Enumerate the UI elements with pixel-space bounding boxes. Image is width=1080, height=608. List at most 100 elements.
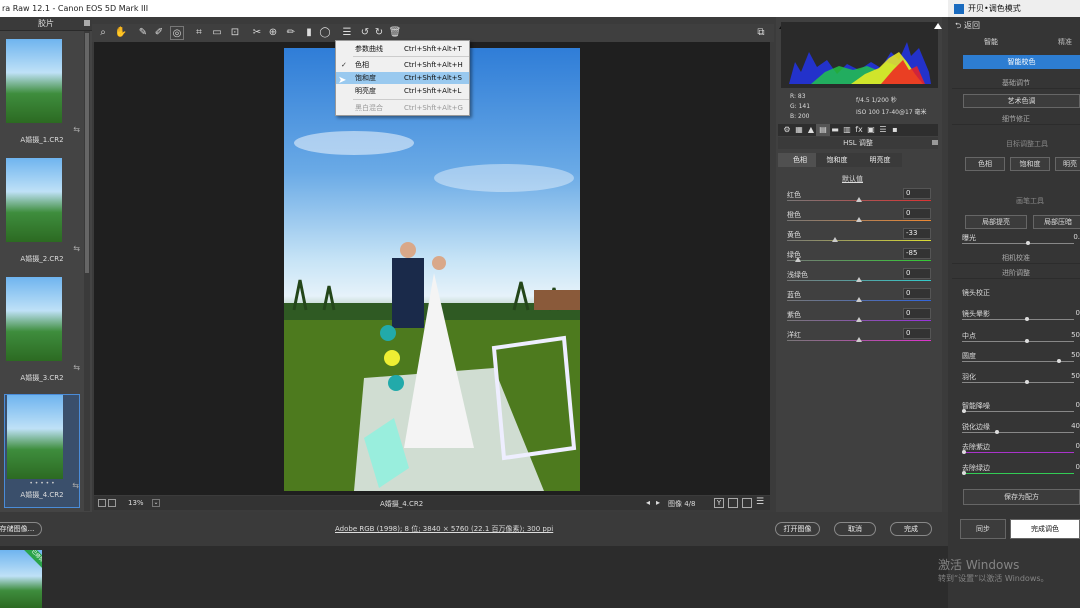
adjustment-slider-row[interactable]: 圆度 50 [962,351,1080,371]
section-camera[interactable]: 相机校准 [952,252,1080,264]
slider-handle[interactable] [1024,317,1029,321]
hsl-value-input[interactable]: 0 [903,328,931,339]
adjustment-slider-row[interactable]: 智能降噪 0 [962,401,1080,421]
hsl-value-input[interactable]: 0 [903,208,931,219]
hsl-value-input[interactable]: -85 [903,248,931,259]
menu-item-hue[interactable]: ✓ 色相 Ctrl+Shft+Alt+H [336,59,469,71]
hsl-slider-track[interactable] [787,260,931,261]
slider-track[interactable] [962,432,1074,433]
color-sampler-icon[interactable]: ✐ [152,26,166,40]
menu-item-parametric-curve[interactable]: 参数曲线 Ctrl+Shft+Alt+T [336,43,469,55]
zoom-tool-icon[interactable]: ⌕ [96,26,110,40]
rotate-right-icon[interactable]: ↻ [372,26,386,40]
hsl-value-input[interactable]: 0 [903,188,931,199]
transform-tool-icon[interactable]: ⊡ [228,26,242,40]
slider-handle[interactable] [1024,380,1029,384]
target-saturation-button[interactable]: 饱和度 [1010,157,1050,171]
next-image-icon[interactable]: ▸ [656,498,660,507]
tab-luminance[interactable]: 明亮度 [858,153,902,167]
hsl-slider-row[interactable]: 紫色 0 [787,308,931,330]
hsl-slider-row[interactable]: 洋红 0 [787,328,931,350]
highlight-clipping-icon[interactable] [934,23,942,29]
snapshots-tab-icon[interactable]: ▪ [888,124,902,136]
hsl-slider-handle[interactable] [856,217,862,222]
smart-color-button[interactable]: 智能校色 [963,55,1080,69]
slider-track[interactable] [962,411,1074,412]
menu-item-saturation[interactable]: 饱和度 Ctrl+Shft+Alt+S [336,72,469,84]
delete-icon[interactable]: 🗑 [388,26,402,40]
hsl-slider-handle[interactable] [856,197,862,202]
hsl-slider-track[interactable] [787,240,931,241]
hsl-slider-row[interactable]: 黄色 -33 [787,228,931,250]
straighten-tool-icon[interactable]: ▭ [210,26,224,40]
hsl-slider-handle[interactable] [856,317,862,322]
filmstrip-item[interactable]: A婚摄_2.CR2 ⇆ [4,158,80,264]
before-after-icon[interactable]: Y [714,498,724,508]
filmstrip-item-selected[interactable]: • • • • • A婚摄_4.CR2 ⇆ [4,394,80,508]
filmstrip-item[interactable]: A婚摄_3.CR2 ⇆ [4,277,80,383]
hsl-slider-handle[interactable] [856,277,862,282]
panel-menu-icon[interactable] [932,140,938,145]
exposure-slider[interactable]: 曝光 0. [962,233,1080,253]
zoom-dropdown-icon[interactable]: ⌄ [152,499,160,507]
save-image-button[interactable]: 存储图像... [0,522,42,536]
swap-settings-icon[interactable] [728,498,738,508]
open-image-button[interactable]: 打开图像 [775,522,820,536]
target-hue-button[interactable]: 色相 [965,157,1005,171]
filmstrip-scrollbar[interactable] [84,31,90,511]
slider-track[interactable] [962,319,1074,320]
slider-track[interactable] [962,473,1074,474]
finish-button[interactable]: 完成调色 [1010,519,1080,539]
hsl-value-input[interactable]: -33 [903,228,931,239]
hsl-slider-row[interactable]: 橙色 0 [787,208,931,230]
adjustment-slider-row[interactable]: 去除绿边 0 [962,463,1080,483]
slider-handle[interactable] [962,450,966,454]
crop-tool-icon[interactable]: ⌗ [192,26,206,40]
slider-handle[interactable] [962,471,966,475]
preferences-icon[interactable]: ☰ [340,26,354,40]
art-color-button[interactable]: 艺术色调 [963,94,1080,108]
filmstrip-item[interactable]: A婚摄_1.CR2 ⇆ [4,39,80,145]
hsl-value-input[interactable]: 0 [903,268,931,279]
slider-handle[interactable] [1057,359,1062,363]
brighten-brush-button[interactable]: 局部提亮 [965,215,1027,229]
hsl-value-input[interactable]: 0 [903,308,931,319]
save-preset-button[interactable]: 保存为配方 [963,489,1080,505]
hsl-slider-handle[interactable] [794,257,801,262]
menu-item-luminance[interactable]: 明亮度 Ctrl+Shft+Alt+L [336,85,469,97]
hsl-slider-handle[interactable] [832,237,839,242]
adjustment-slider-row[interactable]: 去除紫边 0 [962,442,1080,462]
hsl-slider-handle[interactable] [856,297,862,302]
fullscreen-icon[interactable]: ⧉ [754,26,768,40]
hsl-slider-row[interactable]: 浅绿色 0 [787,268,931,290]
hsl-slider-row[interactable]: 红色 0 [787,188,931,210]
hsl-slider-handle[interactable] [856,337,862,342]
hand-tool-icon[interactable]: ✋ [114,26,128,40]
filmstrip-menu-icon[interactable] [84,20,90,26]
tab-smart[interactable]: 智能 [984,37,998,47]
adjustment-slider-row[interactable]: 中点 50 [962,331,1080,351]
red-eye-icon[interactable]: ⊕ [266,26,280,40]
radial-filter-icon[interactable]: ◯ [318,26,332,40]
rotate-left-icon[interactable]: ↺ [358,26,372,40]
slider-track[interactable] [962,382,1074,383]
zoom-out-icon[interactable] [98,499,106,507]
cancel-button[interactable]: 取消 [834,522,876,536]
workflow-options-link[interactable]: Adobe RGB (1998); 8 位; 3840 × 5760 (22.1… [335,524,553,534]
view-settings-icon[interactable]: ☰ [756,497,764,507]
target-luminance-button[interactable]: 明亮 [1055,157,1080,171]
adjustment-slider-row[interactable]: 锐化边缘 40 [962,422,1080,442]
section-basic[interactable]: 基础调节 [952,77,1080,89]
spot-removal-icon[interactable]: ✂ [250,26,264,40]
adjustment-slider-row[interactable]: 羽化 50 [962,372,1080,392]
darken-brush-button[interactable]: 局部压暗 [1033,215,1080,229]
tab-precise[interactable]: 精准 [1058,37,1072,47]
slider-track[interactable] [962,341,1074,342]
slider-track[interactable] [962,452,1074,453]
adjustment-slider-row[interactable]: 镜头晕影 0 [962,309,1080,329]
copy-settings-icon[interactable] [742,498,752,508]
rating-stars[interactable]: • • • • • [5,480,79,487]
zoom-level[interactable]: 13% [128,499,144,507]
slider-handle[interactable] [962,409,966,413]
section-advanced[interactable]: 进阶调整 [952,267,1080,279]
